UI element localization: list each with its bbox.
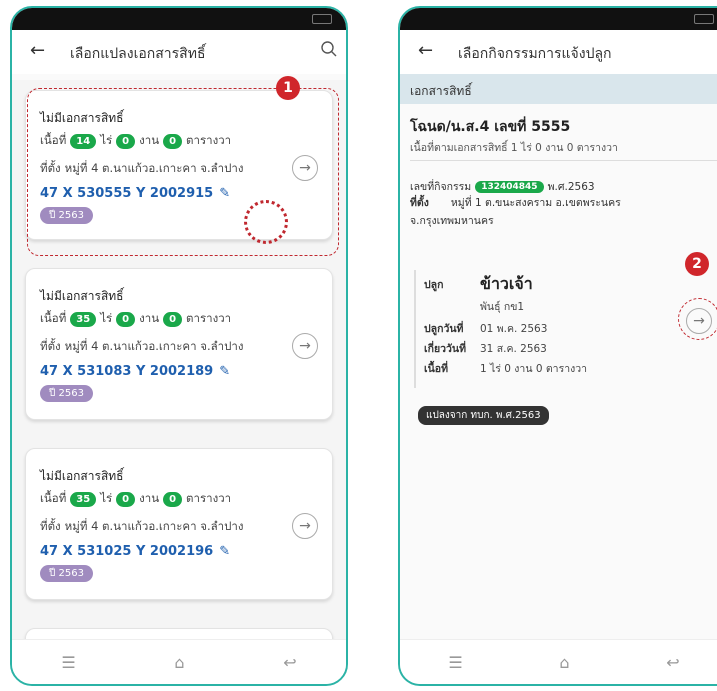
highlight-frame bbox=[27, 88, 339, 256]
doc-type: ไม่มีเอกสารสิทธิ์ bbox=[40, 469, 124, 483]
location-text: หมู่ที่ 4 ต.นาแก้วอ.เกาะคา จ.ลำปาง bbox=[64, 519, 244, 533]
coordinate-text: 47 X 531083 Y 2002189 bbox=[40, 364, 214, 379]
battery-icon bbox=[694, 14, 714, 24]
crop-row: ปลูก ข้าวเจ้า bbox=[424, 272, 533, 297]
pencil-icon[interactable]: ✎ bbox=[219, 364, 230, 379]
coordinate-text: 47 X 531025 Y 2002196 bbox=[40, 544, 214, 559]
menu-icon[interactable]: ☰ bbox=[448, 653, 462, 672]
coordinate: 47 X 531025 Y 2002196 ✎ bbox=[40, 544, 318, 559]
status-bar bbox=[12, 8, 346, 30]
back-nav-icon[interactable]: ↩ bbox=[666, 653, 679, 672]
rai-unit: ไร่ bbox=[100, 491, 113, 505]
location-row: ที่ตั้ง หมู่ที่ 1 ต.ขนะสงคราม อ.เขตพระนค… bbox=[410, 194, 621, 211]
back-arrow-icon[interactable]: ← bbox=[418, 40, 433, 61]
wa-value: 0 bbox=[163, 491, 183, 507]
app-bar: ← เลือกกิจกรรมการแจ้งปลูก bbox=[400, 30, 717, 74]
rai-unit: ไร่ bbox=[100, 311, 113, 325]
location-label: ที่ตั้ง bbox=[40, 339, 61, 353]
coordinate: 47 X 531083 Y 2002189 ✎ bbox=[40, 364, 318, 379]
area-label: เนื้อที่ bbox=[424, 363, 448, 375]
menu-icon[interactable]: ☰ bbox=[61, 653, 75, 672]
harvest-date-label: เกี่ยววันที่ bbox=[424, 343, 466, 355]
location-row: ที่ตั้ง หมู่ที่ 4 ต.นาแก้วอ.เกาะคา จ.ลำป… bbox=[40, 518, 318, 536]
year-badge: ปี 2563 bbox=[40, 565, 93, 582]
province-text: จ.กรุงเทพมหานคร bbox=[410, 215, 494, 227]
ngan-unit: งาน bbox=[139, 311, 160, 325]
location-text: หมู่ที่ 4 ต.นาแก้วอ.เกาะคา จ.ลำปาง bbox=[64, 339, 244, 353]
pencil-icon[interactable]: ✎ bbox=[219, 544, 230, 559]
area-row: เนื้อที่ 35 ไร่ 0 งาน 0 ตารางวา bbox=[40, 490, 318, 508]
area-row: เนื้อที่ 1 ไร่ 0 งาน 0 ตารางวา bbox=[424, 360, 587, 377]
harvest-date-row: เกี่ยววันที่ 31 ส.ค. 2563 bbox=[424, 340, 547, 357]
nav-bar: ☰ ⌂ ↩ bbox=[400, 639, 717, 684]
plot-card[interactable]: ไม่มีเอกสารสิทธิ์ เนื้อที่ 35 ไร่ 0 งาน … bbox=[25, 268, 333, 420]
variety-text: พันธุ์ กข1 bbox=[480, 301, 525, 313]
plant-date-label: ปลูกวันที่ bbox=[424, 323, 464, 335]
converted-badge: แปลงจาก ทบก. พ.ศ.2563 bbox=[418, 406, 549, 425]
back-nav-icon[interactable]: ↩ bbox=[283, 653, 296, 672]
nav-bar: ☰ ⌂ ↩ bbox=[12, 639, 346, 684]
harvest-date: 31 ส.ค. 2563 bbox=[480, 343, 547, 355]
ngan-value: 0 bbox=[116, 311, 136, 327]
arrow-right-icon[interactable]: → bbox=[292, 513, 318, 539]
rai-value: 35 bbox=[70, 311, 97, 327]
area-text: 1 ไร่ 0 งาน 0 ตารางวา bbox=[480, 363, 588, 375]
home-icon[interactable]: ⌂ bbox=[559, 653, 569, 672]
location-text: หมู่ที่ 1 ต.ขนะสงคราม อ.เขตพระนคร bbox=[450, 197, 621, 209]
province-row: จ.กรุงเทพมหานคร bbox=[410, 212, 494, 229]
activity-year: พ.ศ.2563 bbox=[547, 181, 595, 193]
battery-icon bbox=[312, 14, 332, 24]
deed-title: โฉนด/น.ส.4 เลขที่ 5555 bbox=[410, 119, 571, 135]
activity-row: เลขที่กิจกรรม 132404845 พ.ศ.2563 bbox=[410, 178, 595, 195]
plot-card[interactable]: ไม่มีเอกสารสิทธิ์ เนื้อที่ 35 ไร่ 0 งาน … bbox=[25, 448, 333, 600]
deed-area: เนื้อที่ตามเอกสารสิทธิ์ 1 ไร่ 0 งาน 0 ตา… bbox=[410, 142, 618, 154]
ngan-unit: งาน bbox=[139, 491, 160, 505]
page-title: เลือกแปลงเอกสารสิทธิ์ bbox=[70, 46, 206, 62]
status-bar bbox=[400, 8, 717, 30]
wa-value: 0 bbox=[163, 311, 183, 327]
doc-type: ไม่มีเอกสารสิทธิ์ bbox=[40, 289, 124, 303]
section-header: เอกสารสิทธิ์ bbox=[400, 74, 717, 104]
plant-date-row: ปลูกวันที่ 01 พ.ค. 2563 bbox=[424, 320, 547, 337]
search-icon[interactable] bbox=[320, 40, 338, 62]
tap-indicator bbox=[244, 200, 288, 244]
area-label: เนื้อที่ bbox=[40, 311, 67, 325]
wa-unit: ตารางวา bbox=[186, 311, 232, 325]
step-badge: 1 bbox=[276, 76, 300, 100]
left-phone: ← เลือกแปลงเอกสารสิทธิ์ ไม่มีเอกสารสิทธิ… bbox=[10, 6, 348, 686]
wa-unit: ตารางวา bbox=[186, 491, 232, 505]
app-bar: ← เลือกแปลงเอกสารสิทธิ์ bbox=[12, 30, 346, 74]
area-label: เนื้อที่ bbox=[40, 491, 67, 505]
home-icon[interactable]: ⌂ bbox=[174, 653, 184, 672]
arrow-right-icon[interactable]: → bbox=[292, 333, 318, 359]
page-title: เลือกกิจกรรมการแจ้งปลูก bbox=[458, 46, 612, 62]
activity-label: เลขที่กิจกรรม bbox=[410, 181, 472, 193]
year-badge: ปี 2563 bbox=[40, 385, 93, 402]
location-label: ที่ตั้ง bbox=[40, 519, 61, 533]
variety-row: พันธุ์ กข1 bbox=[480, 298, 524, 315]
crop-name: ข้าวเจ้า bbox=[480, 274, 533, 293]
area-row: เนื้อที่ 35 ไร่ 0 งาน 0 ตารางวา bbox=[40, 310, 318, 328]
right-phone: ← เลือกกิจกรรมการแจ้งปลูก เอกสารสิทธิ์ โ… bbox=[398, 6, 717, 686]
rai-value: 35 bbox=[70, 491, 97, 507]
plant-label: ปลูก bbox=[424, 279, 444, 291]
back-arrow-icon[interactable]: ← bbox=[30, 40, 45, 61]
ngan-value: 0 bbox=[116, 491, 136, 507]
step-badge: 2 bbox=[685, 252, 709, 276]
crop-activity[interactable]: ปลูก ข้าวเจ้า พันธุ์ กข1 ปลูกวันที่ 01 พ… bbox=[414, 270, 676, 388]
plant-date: 01 พ.ค. 2563 bbox=[480, 323, 548, 335]
divider bbox=[410, 160, 717, 161]
location-row: ที่ตั้ง หมู่ที่ 4 ต.นาแก้วอ.เกาะคา จ.ลำป… bbox=[40, 338, 318, 356]
activity-number: 132404845 bbox=[475, 180, 544, 193]
highlight-circle bbox=[678, 298, 717, 340]
location-label: ที่ตั้ง bbox=[410, 197, 429, 209]
